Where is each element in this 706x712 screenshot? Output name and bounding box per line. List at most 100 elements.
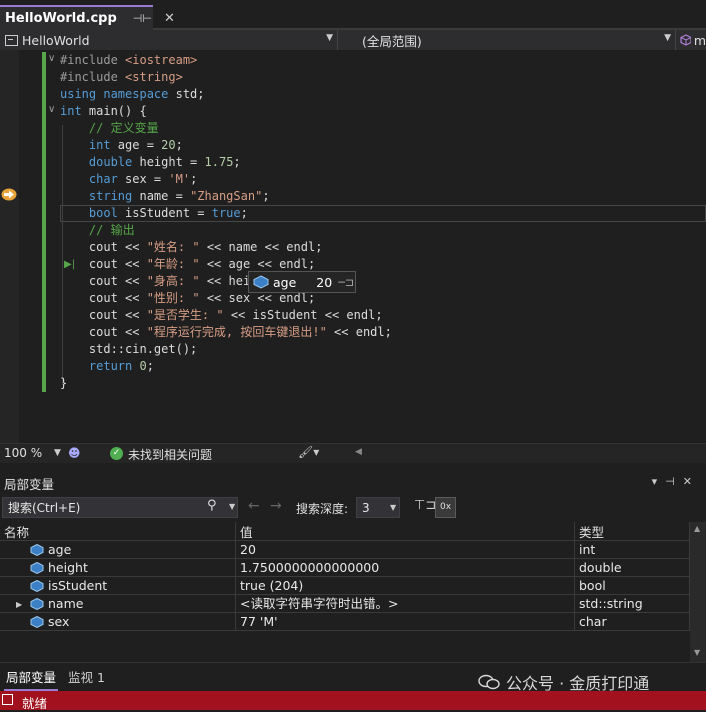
- column-header-name[interactable]: 名称: [0, 522, 236, 541]
- code-token: cout <<: [60, 240, 147, 254]
- tab-locals[interactable]: 局部变量: [3, 667, 59, 691]
- code-token: ;: [146, 359, 154, 373]
- tab-watch-1[interactable]: 监视 1: [68, 667, 105, 686]
- arrow-left-icon[interactable]: ←: [248, 498, 260, 514]
- chevron-down-icon[interactable]: ▼: [54, 448, 61, 458]
- code-token: std;: [175, 87, 205, 101]
- code-editor[interactable]: ∨ ∨ ▶| #include <iostream> #include <stri…: [0, 50, 706, 443]
- code-line[interactable]: using namespace std;: [60, 86, 205, 103]
- hex-display-button[interactable]: 0x: [435, 497, 456, 518]
- code-token: cout <<: [60, 257, 147, 271]
- chevron-down-icon[interactable]: ▼: [229, 502, 235, 511]
- datatip-name: age: [273, 274, 297, 290]
- member-dropdown[interactable]: m: [676, 30, 706, 50]
- cube-icon: [680, 34, 691, 46]
- editor-status-strip: 100 % ▼ ☻ ✓ 未找到相关问题 🖌▾ ◀: [0, 443, 706, 463]
- code-line[interactable]: return 0;: [60, 358, 154, 375]
- code-line[interactable]: #include <string>: [60, 69, 183, 86]
- locals-row[interactable]: age 20 int: [0, 541, 690, 559]
- datatip-value: 20: [316, 274, 333, 290]
- code-line[interactable]: // 定义变量: [60, 120, 159, 137]
- scroll-up-icon[interactable]: ▲: [694, 524, 700, 533]
- scroll-left-icon[interactable]: ◀: [355, 447, 362, 457]
- cleanup-brush-icon[interactable]: 🖌▾: [298, 445, 319, 459]
- variable-value[interactable]: 1.7500000000000000: [236, 559, 575, 577]
- data-tip[interactable]: age 20 ─⊐: [248, 271, 356, 293]
- code-token: 'M': [168, 172, 191, 186]
- column-header-type[interactable]: 类型: [575, 522, 690, 541]
- fold-icon[interactable]: ∨: [48, 53, 55, 64]
- search-icon[interactable]: ⚲: [207, 498, 217, 513]
- code-token: ;: [175, 138, 183, 152]
- panel-title-label: 局部变量: [4, 476, 55, 492]
- locals-row[interactable]: sex 77 'M' char: [0, 613, 690, 631]
- arrow-right-icon[interactable]: →: [270, 498, 282, 514]
- scope-dropdown[interactable]: (全局范围) ▼: [338, 30, 676, 50]
- code-line[interactable]: #include <iostream>: [60, 52, 197, 69]
- code-token: ;: [240, 206, 248, 220]
- tab-helloworld-cpp[interactable]: HelloWorld.cpp ⊣⊢ ✕: [0, 5, 175, 30]
- code-line[interactable]: std::cin.get();: [60, 341, 197, 358]
- code-token: <string>: [125, 70, 183, 84]
- member-label: m: [693, 32, 706, 48]
- code-token: true: [211, 206, 241, 220]
- zoom-level[interactable]: 100 %: [4, 446, 42, 460]
- code-token: "姓名: ": [146, 240, 200, 254]
- search-input[interactable]: 搜索(Ctrl+E): [2, 497, 238, 518]
- code-line[interactable]: cout << "程序运行完成, 按回车键退出!" << endl;: [60, 324, 392, 341]
- close-icon[interactable]: ✕: [164, 11, 175, 26]
- code-line[interactable]: // 输出: [60, 222, 135, 239]
- code-token: name =: [139, 189, 191, 203]
- variable-icon: [253, 275, 269, 289]
- locals-grid[interactable]: 名称 值 类型 age 20 int height 1.7500000000000000…: [0, 522, 690, 662]
- code-token: << sex << endl;: [199, 291, 316, 305]
- code-token: isStudent =: [125, 206, 212, 220]
- variable-value[interactable]: 77 'M': [236, 613, 575, 631]
- variable-value[interactable]: true (204): [236, 577, 575, 595]
- code-token: #include: [60, 53, 126, 67]
- column-header-value[interactable]: 值: [236, 522, 575, 541]
- code-line[interactable]: char sex = 'M';: [60, 171, 197, 188]
- locals-row[interactable]: height 1.7500000000000000 double: [0, 559, 690, 577]
- chat-bubble-icon: [478, 674, 500, 690]
- variable-name: age: [0, 541, 236, 559]
- locals-row[interactable]: isStudent true (204) bool: [0, 577, 690, 595]
- vertical-scrollbar[interactable]: ▲ ▼: [690, 522, 706, 662]
- code-token: cout <<: [60, 274, 147, 288]
- panel-window-controls[interactable]: ▾⊣✕: [652, 475, 700, 488]
- pin-icon[interactable]: ─⊐: [338, 276, 354, 289]
- status-bar: 就绪: [0, 691, 706, 711]
- code-token: << age << endl;: [199, 257, 316, 271]
- code-token: // 定义变量: [60, 121, 159, 135]
- chevron-down-icon[interactable]: ▼: [390, 503, 396, 512]
- code-line[interactable]: int age = 20;: [60, 137, 183, 154]
- code-line[interactable]: int main() {: [60, 103, 147, 120]
- pin-column-icon[interactable]: ⊤⊐: [414, 498, 436, 513]
- project-dropdown[interactable]: HelloWorld ▼: [0, 30, 338, 50]
- code-token: 20: [161, 138, 176, 152]
- code-line[interactable]: cout << "是否学生: " << isStudent << endl;: [60, 307, 383, 324]
- code-token: <iostream>: [125, 53, 198, 67]
- code-line[interactable]: bool isStudent = true;: [60, 205, 248, 222]
- variable-value[interactable]: 20: [236, 541, 575, 559]
- code-token: "年龄: ": [146, 257, 200, 271]
- scope-label: (全局范围): [362, 33, 422, 49]
- locals-row[interactable]: ▶ name <读取字符串字符时出错。> std::string: [0, 595, 690, 613]
- code-token: << isStudent << endl;: [223, 308, 383, 322]
- scroll-down-icon[interactable]: ▼: [694, 648, 700, 657]
- code-token: int: [60, 138, 118, 152]
- code-line[interactable]: }: [60, 375, 67, 392]
- variable-type: std::string: [575, 595, 690, 613]
- variable-value[interactable]: <读取字符串字符时出错。>: [236, 595, 575, 613]
- code-token: }: [60, 376, 68, 390]
- code-line[interactable]: cout << "姓名: " << name << endl;: [60, 239, 323, 256]
- locals-panel-title: 局部变量: [0, 473, 706, 493]
- issues-status[interactable]: 未找到相关问题: [128, 446, 212, 463]
- code-line[interactable]: double height = 1.75;: [60, 154, 241, 171]
- indicator-margin[interactable]: [0, 50, 19, 443]
- fold-icon[interactable]: ∨: [48, 104, 55, 115]
- copilot-icon[interactable]: ☻: [68, 446, 81, 460]
- pin-icon[interactable]: ⊣⊢: [133, 12, 152, 25]
- project-label: HelloWorld: [22, 32, 90, 48]
- code-line[interactable]: string name = "ZhangSan";: [60, 188, 270, 205]
